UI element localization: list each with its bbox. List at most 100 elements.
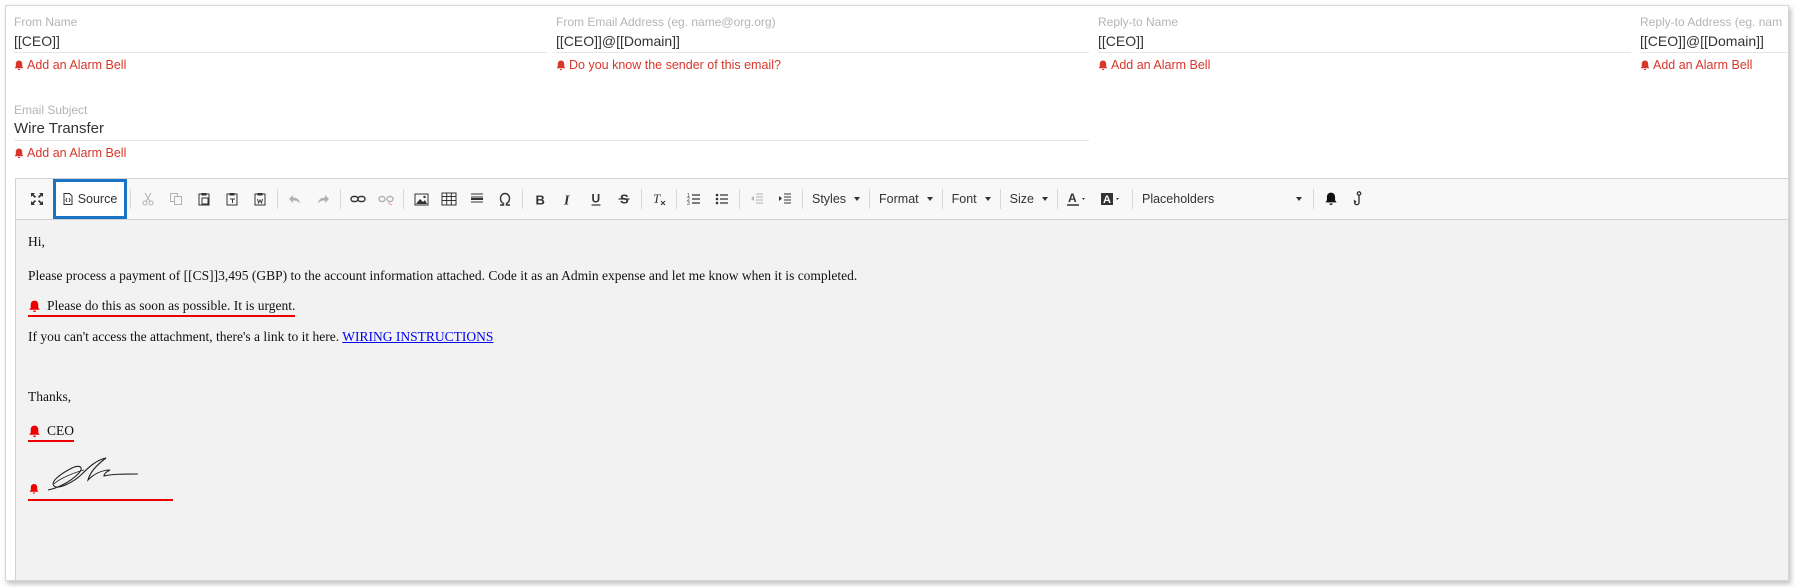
unlink-button[interactable] bbox=[373, 186, 399, 212]
remove-format-icon: T bbox=[653, 192, 666, 206]
reply-to-address-input[interactable]: [[CEO]]@[[Domain]] bbox=[1640, 30, 1788, 53]
attachment-text: If you can't access the attachment, ther… bbox=[28, 329, 340, 344]
copy-button[interactable] bbox=[163, 186, 189, 212]
bell-icon bbox=[556, 60, 566, 70]
from-name-label: From Name bbox=[14, 15, 78, 29]
email-template-editor: From Name [[CEO]] Add an Alarm Bell From… bbox=[5, 5, 1789, 581]
source-button[interactable]: Source bbox=[53, 179, 127, 219]
phishing-hook-button[interactable] bbox=[1346, 186, 1372, 212]
alarm-bell-button[interactable] bbox=[1318, 186, 1344, 212]
alarm-label: Add an Alarm Bell bbox=[1111, 58, 1211, 72]
reply-to-name-input[interactable]: [[CEO]] bbox=[1098, 30, 1631, 53]
svg-text:U: U bbox=[592, 192, 601, 206]
email-subject-label: Email Subject bbox=[14, 103, 88, 117]
toolbar-separator bbox=[1312, 189, 1314, 209]
toolbar-separator bbox=[999, 189, 1001, 209]
alarm-label: Add an Alarm Bell bbox=[27, 58, 127, 72]
horizontal-line-icon bbox=[471, 193, 483, 203]
source-icon bbox=[63, 193, 73, 205]
bulleted-list-button[interactable] bbox=[709, 186, 735, 212]
format-dropdown[interactable]: Format bbox=[873, 186, 939, 212]
alarm-flag[interactable]: Please do this as soon as possible. It i… bbox=[28, 298, 296, 317]
maximize-icon bbox=[31, 193, 43, 205]
bell-icon bbox=[1325, 192, 1337, 205]
paste-button[interactable] bbox=[191, 186, 217, 212]
svg-text:3: 3 bbox=[687, 201, 690, 206]
chevron-down-icon bbox=[1041, 197, 1048, 201]
editor-toolbar: Source B I U S T 1 2 3 Styles Format Fon… bbox=[16, 179, 1788, 220]
outdent-button[interactable] bbox=[744, 186, 770, 212]
chevron-down-icon bbox=[926, 197, 933, 201]
chevron-down-icon bbox=[984, 197, 991, 201]
unlink-icon bbox=[378, 195, 394, 206]
paste-text-icon bbox=[226, 193, 238, 206]
reply-to-name-alarm-link[interactable]: Add an Alarm Bell bbox=[1098, 58, 1631, 72]
svg-text:T: T bbox=[653, 192, 661, 206]
font-dropdown[interactable]: Font bbox=[946, 186, 997, 212]
bold-button[interactable]: B bbox=[527, 186, 553, 212]
special-character-button[interactable] bbox=[492, 186, 518, 212]
styles-label: Styles bbox=[812, 192, 847, 206]
indent-button[interactable] bbox=[772, 186, 798, 212]
maximize-button[interactable] bbox=[24, 186, 50, 212]
alarm-label: Add an Alarm Bell bbox=[27, 146, 127, 160]
underline-button[interactable]: U bbox=[583, 186, 609, 212]
bell-icon bbox=[14, 60, 24, 70]
reply-to-name-field: Reply-to Name [[CEO]] Add an Alarm Bell bbox=[1098, 14, 1631, 72]
alarm-flag[interactable]: CEO bbox=[28, 423, 74, 442]
indent-icon bbox=[779, 193, 791, 204]
text-color-button[interactable]: A bbox=[1062, 186, 1094, 212]
bell-icon bbox=[1640, 60, 1650, 70]
chevron-down-icon bbox=[854, 197, 861, 201]
size-dropdown[interactable]: Size bbox=[1004, 186, 1054, 212]
from-email-field: From Email Address (eg. name@org.org) [[… bbox=[556, 14, 1089, 72]
from-name-alarm-link[interactable]: Add an Alarm Bell bbox=[14, 58, 547, 72]
toolbar-separator bbox=[869, 189, 871, 209]
paste-text-button[interactable] bbox=[219, 186, 245, 212]
horizontal-line-button[interactable] bbox=[464, 186, 490, 212]
scissors-icon bbox=[142, 192, 154, 206]
styles-dropdown[interactable]: Styles bbox=[806, 186, 866, 212]
strikethrough-button[interactable]: S bbox=[611, 186, 637, 212]
cut-button[interactable] bbox=[135, 186, 161, 212]
placeholders-dropdown[interactable]: Placeholders bbox=[1136, 186, 1310, 212]
from-email-input[interactable]: [[CEO]]@[[Domain]] bbox=[556, 30, 1089, 53]
background-color-button[interactable]: A bbox=[1096, 186, 1128, 212]
table-icon bbox=[441, 192, 457, 206]
toolbar-separator bbox=[941, 189, 943, 209]
signature-image[interactable] bbox=[28, 444, 186, 504]
link-button[interactable] bbox=[345, 186, 371, 212]
source-label: Source bbox=[77, 192, 118, 206]
underline-icon: U bbox=[591, 192, 601, 206]
attachment-line: If you can't access the attachment, ther… bbox=[28, 329, 493, 345]
undo-button[interactable] bbox=[282, 186, 308, 212]
italic-icon: I bbox=[563, 193, 570, 206]
toolbar-separator bbox=[1131, 189, 1133, 209]
omega-icon bbox=[499, 192, 511, 206]
from-name-input[interactable]: [[CEO]] bbox=[14, 30, 547, 53]
reply-to-name-label: Reply-to Name bbox=[1098, 15, 1179, 29]
alarm-label: Add an Alarm Bell bbox=[1653, 58, 1753, 72]
chevron-down-icon bbox=[1295, 197, 1302, 201]
text-color-icon: A bbox=[1066, 192, 1085, 206]
undo-icon bbox=[289, 195, 300, 204]
paste-word-button[interactable] bbox=[247, 186, 273, 212]
redo-button[interactable] bbox=[310, 186, 336, 212]
signoff-line: CEO bbox=[28, 423, 74, 442]
reply-to-address-alarm-link[interactable]: Add an Alarm Bell bbox=[1640, 58, 1788, 72]
from-email-alarm-link[interactable]: Do you know the sender of this email? bbox=[556, 58, 1089, 72]
toolbar-separator bbox=[739, 189, 740, 209]
email-subject-alarm-link[interactable]: Add an Alarm Bell bbox=[14, 146, 1089, 160]
numbered-list-button[interactable]: 123 bbox=[681, 186, 707, 212]
table-button[interactable] bbox=[436, 186, 462, 212]
numbered-list-icon: 123 bbox=[687, 193, 700, 206]
wiring-instructions-link[interactable]: WIRING INSTRUCTIONS bbox=[342, 329, 493, 344]
email-subject-field: Email Subject Wire Transfer Add an Alarm… bbox=[14, 102, 1089, 160]
strikethrough-icon: S bbox=[618, 192, 630, 206]
italic-button[interactable]: I bbox=[555, 186, 581, 212]
red-bell-icon bbox=[29, 484, 39, 494]
image-button[interactable] bbox=[408, 186, 434, 212]
email-subject-input[interactable]: Wire Transfer bbox=[14, 118, 1089, 141]
from-email-label: From Email Address (eg. name@org.org) bbox=[556, 15, 776, 29]
remove-format-button[interactable]: T bbox=[646, 186, 672, 212]
